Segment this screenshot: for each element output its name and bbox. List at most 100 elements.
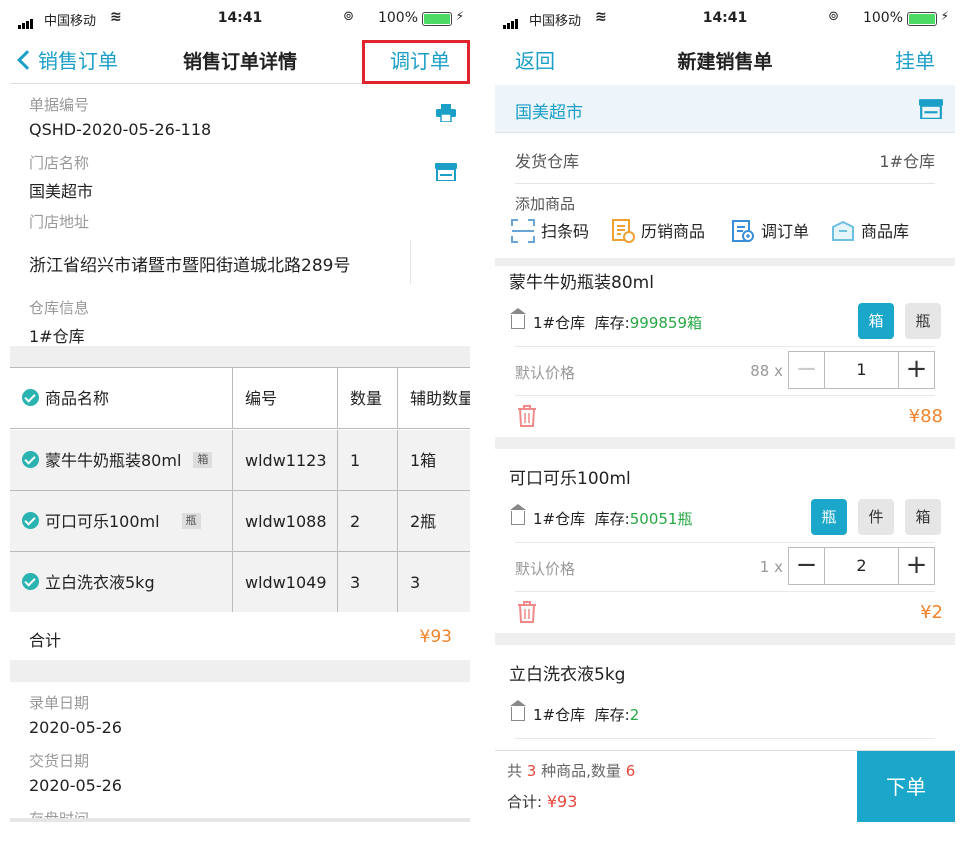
table-row[interactable]: 立白洗衣液5kg wldw1049 3 3 <box>10 552 470 612</box>
order-footer: 共 3 种商品,数量 6 合计: ¥93 下单 <box>495 750 955 822</box>
ship-warehouse-label: 发货仓库 <box>515 152 580 171</box>
battery-percent: 100% <box>862 10 903 26</box>
decrement-button[interactable]: − <box>789 352 825 388</box>
scroll-edge <box>10 818 470 822</box>
check-icon[interactable] <box>22 389 39 406</box>
unit-button[interactable]: 箱 <box>905 499 941 535</box>
store-address-value: 浙江省绍兴市诸暨市暨阳街道城北路289号 <box>29 256 351 276</box>
store-icon[interactable] <box>435 163 457 181</box>
charging-icon: ⚡ <box>455 9 464 23</box>
ship-warehouse-value: 1#仓库 <box>879 152 935 171</box>
status-bar: 中国移动 ≋ 14:41 ⊚ 100% ⚡ <box>10 0 470 38</box>
check-icon[interactable] <box>22 451 39 468</box>
decrement-button[interactable]: − <box>789 548 825 584</box>
scan-barcode-button[interactable]: 扫条码 <box>511 218 589 245</box>
product-name: 蒙牛牛奶瓶装80ml <box>45 451 182 470</box>
quantity-input[interactable]: 1 <box>826 352 897 388</box>
unit-button[interactable]: 箱 <box>858 303 894 339</box>
section-gap <box>495 633 955 645</box>
status-bar: 中国移动 ≋ 14:41 ⊚ 100% ⚡ <box>495 0 955 38</box>
table-row[interactable]: 蒙牛牛奶瓶装80ml 箱 wldw1123 1 1箱 <box>10 430 470 491</box>
nav-bar: 返回 新建销售单 挂单 <box>495 38 955 84</box>
total-label: 合计: <box>507 793 543 811</box>
quantity-stepper: − 1 + <box>788 351 935 389</box>
add-products-label: 添加商品 <box>515 195 576 213</box>
store-selector[interactable]: 国美超市 <box>495 85 955 133</box>
price-row: 默认价格 88 x − 1 + <box>515 346 935 396</box>
section-gap <box>495 437 955 449</box>
store-icon <box>919 99 943 119</box>
product-name: 蒙牛牛奶瓶装80ml <box>509 273 654 293</box>
product-name: 可口可乐100ml <box>509 469 631 489</box>
unit-button[interactable]: 件 <box>858 499 894 535</box>
rotation-lock-icon: ⊚ <box>343 9 354 24</box>
warehouse-label: 仓库信息 <box>29 299 90 317</box>
product-name: 可口可乐100ml <box>45 512 160 531</box>
doc-no-value: QSHD-2020-05-26-118 <box>29 120 212 139</box>
cell-aux-qty: 1箱 <box>398 430 470 490</box>
submit-order-button[interactable]: 下单 <box>857 751 955 822</box>
line-total: ¥88 <box>908 406 943 427</box>
delivery-date-label: 交货日期 <box>29 752 90 770</box>
quantity-input[interactable]: 2 <box>826 548 897 584</box>
price-value: 88 x <box>750 362 783 380</box>
increment-button[interactable]: + <box>898 548 934 584</box>
highlight-box <box>362 40 470 84</box>
check-icon[interactable] <box>22 573 39 590</box>
summary-text: 种商品,数量 <box>541 762 621 780</box>
stock-label: 库存: <box>594 510 630 528</box>
history-products-button[interactable]: 历销商品 <box>611 218 705 245</box>
product-name: 立白洗衣液5kg <box>509 665 626 685</box>
product-name: 立白洗衣液5kg <box>45 573 155 592</box>
header-product-name: 商品名称 <box>10 368 233 428</box>
printer-icon[interactable] <box>436 104 456 122</box>
cell-code: wldw1088 <box>233 491 338 551</box>
battery-icon <box>422 12 452 26</box>
cell-product-name: 立白洗衣液5kg <box>10 552 233 612</box>
unit-button[interactable]: 瓶 <box>811 499 847 535</box>
order-items-table: 商品名称 编号 数量 辅助数量 蒙牛牛奶瓶装80ml 箱 wldw1123 1 1… <box>10 367 470 612</box>
product-library-button[interactable]: 商品库 <box>831 218 909 245</box>
cell-code: wldw1123 <box>233 430 338 490</box>
nav-bar: 销售订单 销售订单详情 调订单 <box>10 38 470 84</box>
warehouse-name: 1#仓库 <box>533 510 586 528</box>
section-gap <box>10 660 470 682</box>
table-header-row: 商品名称 编号 数量 辅助数量 <box>10 368 470 429</box>
rotation-lock-icon: ⊚ <box>828 9 839 24</box>
cell-qty: 1 <box>338 430 398 490</box>
entry-date-label: 录单日期 <box>29 694 90 712</box>
check-icon[interactable] <box>22 512 39 529</box>
quantity-stepper: − 2 + <box>788 547 935 585</box>
ship-warehouse-row[interactable]: 发货仓库 1#仓库 <box>515 134 935 184</box>
trash-icon[interactable] <box>517 601 537 623</box>
total-label: 合计 <box>29 631 62 650</box>
increment-button[interactable]: + <box>898 352 934 388</box>
warehouse-icon <box>510 699 526 721</box>
cell-code: wldw1049 <box>233 552 338 612</box>
scan-icon <box>511 218 535 243</box>
total-amount: ¥93 <box>546 792 578 811</box>
cell-qty: 2 <box>338 491 398 551</box>
warehouse-icon <box>510 503 526 525</box>
battery-icon <box>907 12 937 26</box>
cell-product-name: 可口可乐100ml 瓶 <box>10 491 233 551</box>
unit-tag: 箱 <box>193 451 213 468</box>
delivery-date-value: 2020-05-26 <box>29 776 122 795</box>
sales-order-detail-screen: 中国移动 ≋ 14:41 ⊚ 100% ⚡ 销售订单 销售订单详情 调订单 单据… <box>10 0 470 822</box>
cell-aux-qty: 2瓶 <box>398 491 470 551</box>
warehouse-icon <box>510 307 526 329</box>
box-icon <box>832 220 854 241</box>
adjust-order-tool-button[interactable]: 调订单 <box>731 218 809 245</box>
battery-percent: 100% <box>377 10 418 26</box>
section-gap <box>10 346 470 367</box>
summary-text: 共 <box>507 762 523 780</box>
new-sales-order-screen: 中国移动 ≋ 14:41 ⊚ 100% ⚡ 返回 新建销售单 挂单 国美超市 发… <box>495 0 955 822</box>
hold-order-button[interactable]: 挂单 <box>895 45 935 74</box>
divider <box>410 240 411 284</box>
divider <box>515 738 935 739</box>
table-row[interactable]: 可口可乐100ml 瓶 wldw1088 2 2瓶 <box>10 491 470 552</box>
product-stock-line: 1#仓库 库存:999859箱 <box>510 307 702 333</box>
total-amount: ¥93 <box>419 627 452 647</box>
trash-icon[interactable] <box>517 405 537 427</box>
unit-button[interactable]: 瓶 <box>905 303 941 339</box>
